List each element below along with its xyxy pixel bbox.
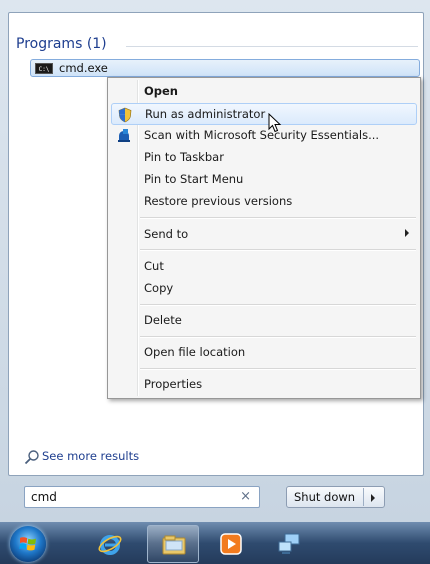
menu-item-label: Open file location	[144, 345, 246, 359]
shut-down-button[interactable]: Shut down	[294, 490, 355, 504]
menu-item-label: Open	[144, 84, 178, 98]
shut-down-button-group: Shut down	[286, 486, 385, 508]
menu-item-open[interactable]: Open	[111, 81, 417, 103]
menu-item-label: Delete	[144, 313, 182, 327]
menu-separator	[140, 336, 416, 338]
menu-item-pin-to-start-menu[interactable]: Pin to Start Menu	[111, 169, 417, 191]
windows-logo-icon	[19, 537, 36, 551]
context-menu: Open Run as administrator Scan with Micr…	[107, 77, 421, 399]
programs-divider	[126, 46, 418, 47]
menu-item-copy[interactable]: Copy	[111, 278, 417, 300]
taskbar-item-internet-explorer[interactable]	[84, 525, 136, 563]
search-input[interactable]: cmd ×	[24, 486, 260, 508]
chevron-right-icon[interactable]	[371, 494, 375, 502]
menu-separator	[140, 217, 416, 219]
menu-item-restore-previous-versions[interactable]: Restore previous versions	[111, 191, 417, 213]
menu-separator	[140, 368, 416, 370]
menu-item-label: Pin to Taskbar	[144, 150, 224, 164]
uac-shield-icon	[118, 107, 132, 123]
menu-item-cut[interactable]: Cut	[111, 256, 417, 278]
search-icon	[24, 450, 39, 465]
menu-item-label: Send to	[144, 227, 189, 241]
menu-item-run-as-administrator[interactable]: Run as administrator	[111, 103, 417, 125]
submenu-arrow-icon	[405, 229, 409, 237]
command-prompt-icon: C:\	[35, 63, 53, 74]
see-more-results-label: See more results	[42, 449, 140, 463]
mouse-pointer-icon	[268, 113, 282, 133]
menu-item-label: Scan with Microsoft Security Essentials.…	[144, 128, 380, 142]
menu-item-label: Copy	[144, 281, 174, 295]
menu-item-label: Restore previous versions	[144, 194, 293, 208]
folder-icon	[162, 535, 186, 555]
menu-item-properties[interactable]: Properties	[111, 374, 417, 396]
network-computer-icon	[278, 533, 300, 554]
taskbar-item-windows-explorer[interactable]	[147, 525, 199, 563]
taskbar-item-network[interactable]	[263, 525, 315, 563]
menu-item-open-file-location[interactable]: Open file location	[111, 342, 417, 364]
menu-item-pin-to-taskbar[interactable]: Pin to Taskbar	[111, 147, 417, 169]
menu-item-label: Pin to Start Menu	[144, 172, 244, 186]
programs-header: Programs (1)	[16, 36, 107, 52]
internet-explorer-icon	[98, 535, 122, 555]
start-button[interactable]	[10, 526, 46, 562]
menu-item-label: Run as administrator	[145, 107, 266, 121]
security-essentials-icon	[118, 129, 130, 142]
taskbar-item-media-player[interactable]	[205, 525, 257, 563]
menu-item-delete[interactable]: Delete	[111, 310, 417, 332]
search-input-value: cmd	[31, 490, 57, 504]
menu-item-label: Cut	[144, 259, 164, 273]
program-item-label: cmd.exe	[59, 61, 108, 75]
menu-item-send-to[interactable]: Send to	[111, 224, 417, 246]
menu-item-label: Properties	[144, 377, 203, 391]
media-player-icon	[220, 533, 242, 555]
shut-down-divider	[363, 488, 364, 506]
menu-item-scan-security-essentials[interactable]: Scan with Microsoft Security Essentials.…	[111, 125, 417, 147]
menu-separator	[140, 304, 416, 306]
program-item-cmd[interactable]: C:\ cmd.exe	[30, 59, 420, 77]
clear-search-icon[interactable]: ×	[240, 489, 251, 504]
menu-separator	[140, 249, 416, 251]
